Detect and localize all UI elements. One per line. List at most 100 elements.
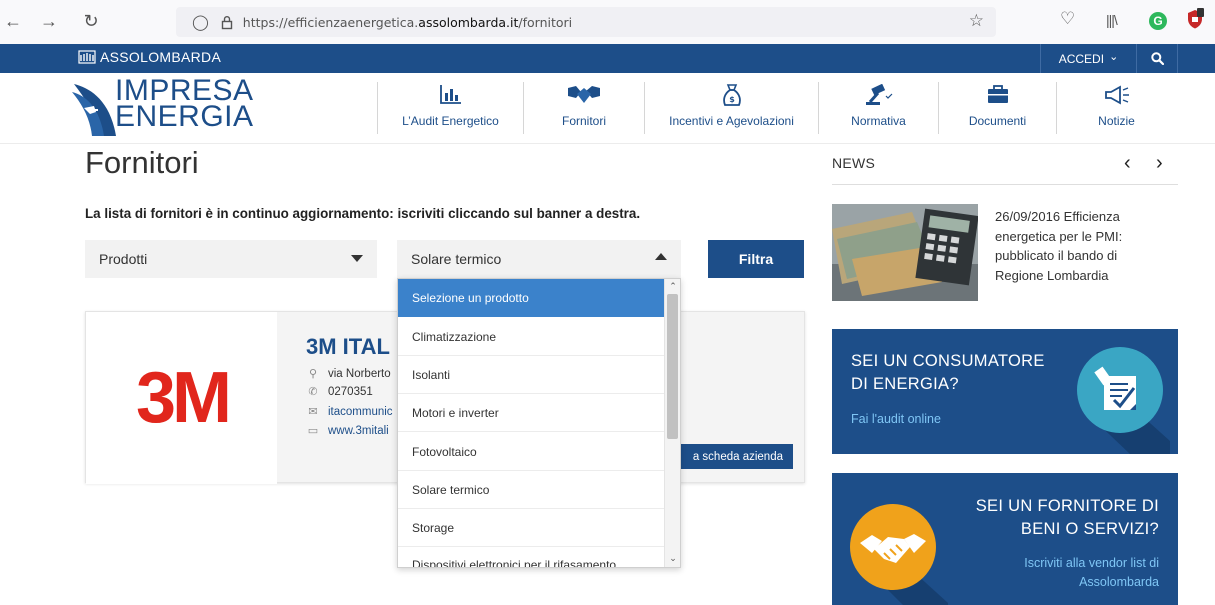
menu-item-documenti[interactable]: Documenti [938, 82, 1056, 134]
product-select[interactable]: Solare termico [397, 240, 681, 278]
reload-icon[interactable]: ↻ [80, 10, 102, 32]
dropdown-option[interactable]: Motori e inverter [398, 394, 664, 432]
supplier-address: ⚲ via Norberto [306, 367, 391, 381]
caret-up-icon [655, 253, 667, 260]
header-divider [0, 143, 1215, 144]
dropdown-option[interactable]: Selezione un prodotto [398, 279, 664, 317]
dropdown-scrollbar[interactable]: ⌃ ⌄ [664, 279, 680, 567]
caret-down-icon [351, 255, 363, 262]
menu-item-notizie[interactable]: Notizie [1056, 82, 1176, 134]
gavel-icon [865, 84, 892, 105]
padlock-icon[interactable] [221, 15, 233, 30]
dropdown-option[interactable]: Isolanti [398, 356, 664, 394]
menu-item-fornitori[interactable]: Fornitori [523, 82, 644, 144]
dropdown-option[interactable]: Dispositivi elettronici per il rifasamen… [398, 547, 664, 567]
news-divider [832, 184, 1178, 185]
dropdown-option[interactable]: Solare termico [398, 471, 664, 509]
banner-title-line-2: DI ENERGIA? [851, 375, 959, 393]
grammarly-extension-icon[interactable]: G [1149, 12, 1167, 30]
url-path: /fornitori [518, 14, 573, 30]
assolombarda-logo[interactable]: ASSOLOMBARDA [78, 49, 221, 65]
browser-toolbar: ← → ↻ ◯ https://efficienzaenergetica.ass… [0, 0, 1215, 44]
category-select[interactable]: Prodotti [85, 240, 377, 278]
company-details-button[interactable]: a scheda azienda [679, 444, 793, 469]
page-title: Fornitori [85, 145, 199, 180]
supplier-website[interactable]: ▭ www.3mitali [306, 424, 389, 438]
banner-link[interactable]: Iscriviti alla vendor list di Assolombar… [1024, 554, 1159, 592]
chevron-down-icon: ⌄ [1109, 51, 1119, 63]
url-prefix: https://efficienzaenergetica. [242, 14, 419, 30]
org-name: ASSOLOMBARDA [100, 49, 222, 65]
address-bar[interactable]: ◯ https://efficienzaenergetica.assolomba… [176, 7, 996, 37]
url-text[interactable]: https://efficienzaenergetica.assolombard… [243, 15, 572, 30]
filter-button[interactable]: Filtra [708, 240, 804, 278]
product-select-value: Solare termico [411, 251, 502, 267]
scroll-up-icon[interactable]: ⌃ [665, 279, 680, 293]
extension-shield-icon[interactable] [1186, 8, 1204, 30]
category-select-value: Prodotti [99, 251, 148, 267]
banner-title-line-2: BENI O SERVIZI? [1020, 520, 1159, 538]
scroll-down-icon[interactable]: ⌄ [665, 551, 680, 565]
back-arrow-icon[interactable]: ← [2, 10, 24, 32]
dropdown-option[interactable]: Fotovoltaico [398, 433, 664, 471]
monitor-icon: ▭ [307, 425, 319, 437]
bookmark-star-icon[interactable]: ☆ [969, 11, 984, 31]
brand-line-2: ENERGIA [115, 100, 254, 133]
intro-text: La lista di fornitori è in continuo aggi… [85, 206, 641, 221]
forward-arrow-icon[interactable]: → [38, 10, 60, 32]
dropdown-option[interactable]: Storage [398, 509, 664, 547]
search-button[interactable] [1136, 44, 1178, 73]
money-bag-icon: $ [722, 84, 741, 106]
banner-link-line-1: Iscriviti alla vendor list di [1024, 556, 1159, 570]
website-text: www.3mitali [328, 424, 389, 437]
checklist-icon [1077, 347, 1170, 454]
phone-icon: ✆ [308, 386, 318, 398]
dropdown-option[interactable]: Climatizzazione [398, 318, 664, 356]
menu-label: Notizie [1098, 114, 1135, 128]
svg-text:$: $ [729, 95, 735, 104]
menu-item-normativa[interactable]: Normativa [818, 82, 938, 134]
banner-title-line-1: SEI UN CONSUMATORE [851, 352, 1045, 370]
supplier-email[interactable]: ✉ itacommunic [306, 405, 393, 419]
3m-logo-icon: 3M [136, 369, 232, 425]
menu-label: Incentivi e Agevolazioni [669, 114, 794, 128]
chart-icon [439, 85, 461, 104]
briefcase-icon [987, 85, 1008, 103]
email-text: itacommunic [328, 405, 393, 418]
megaphone-icon [1104, 85, 1129, 105]
banner-link[interactable]: Fai l'audit online [851, 410, 941, 429]
library-icon[interactable]: |||\ [1106, 12, 1118, 28]
supplier-logo[interactable]: 3M [86, 312, 277, 484]
news-item-text[interactable]: 26/09/2016 Efficienza energetica per le … [995, 207, 1165, 285]
assolombarda-emblem-icon [78, 50, 96, 64]
banner-title-line-1: SEI UN FORNITORE DI [975, 497, 1159, 515]
menu-label: Normativa [851, 114, 906, 128]
brand-wordmark[interactable]: IMPRESA ENERGIA [115, 76, 254, 133]
main-menu: L’Audit Energetico Fornitori $ Incentivi… [377, 82, 1176, 144]
vendor-list-banner[interactable]: SEI UN FORNITORE DI BENI O SERVIZI? Iscr… [832, 473, 1178, 605]
handshake-icon [850, 504, 948, 605]
tracking-shield-icon[interactable]: ◯ [192, 13, 209, 31]
banner-link-line-2: Assolombarda [1079, 575, 1159, 589]
search-icon [1150, 52, 1164, 65]
banner-title: SEI UN FORNITORE DI BENI O SERVIZI? [976, 495, 1159, 541]
handshake-icon [568, 86, 600, 103]
menu-item-audit[interactable]: L’Audit Energetico [377, 82, 523, 134]
url-domain: assolombarda.it [418, 14, 519, 30]
supplier-name[interactable]: 3M ITAL [306, 334, 390, 360]
product-dropdown-list[interactable]: Selezione un prodotto Climatizzazione Is… [397, 278, 681, 568]
scrollbar-thumb[interactable] [667, 294, 678, 439]
address-text: via Norberto [328, 367, 391, 380]
login-button[interactable]: ACCEDI ⌄ [1040, 44, 1136, 73]
menu-label: Documenti [968, 114, 1027, 128]
pocket-icon[interactable]: ♡ [1060, 9, 1075, 29]
news-thumbnail[interactable] [832, 204, 978, 301]
news-heading: NEWS [832, 155, 876, 171]
menu-item-incentivi[interactable]: $ Incentivi e Agevolazioni [644, 82, 818, 134]
phone-text: 0270351 [328, 385, 373, 398]
menu-label: L’Audit Energetico [402, 114, 499, 128]
chevron-left-icon[interactable]: ‹ [1124, 152, 1131, 175]
chevron-right-icon[interactable]: › [1156, 152, 1163, 175]
consumer-audit-banner[interactable]: SEI UN CONSUMATORE DI ENERGIA? Fai l'aud… [832, 329, 1178, 454]
logo-text: 3M [136, 369, 228, 425]
